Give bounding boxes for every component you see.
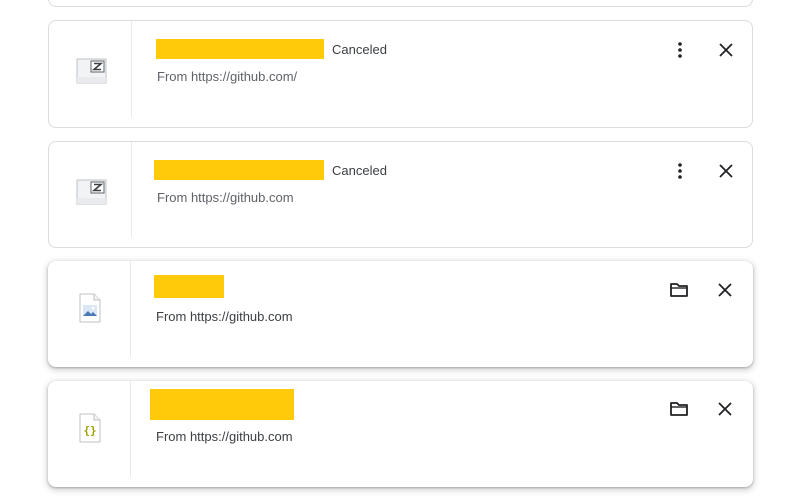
remove-button[interactable] <box>711 395 739 423</box>
item-divider <box>130 381 131 477</box>
download-status: Canceled <box>332 42 387 57</box>
close-icon <box>718 402 732 416</box>
close-icon <box>719 43 733 57</box>
show-in-folder-button[interactable] <box>665 395 693 423</box>
download-source: From https://github.com/ <box>157 69 298 84</box>
download-item: From https://github.com <box>48 261 753 367</box>
download-item: Canceled From https://github.com/ <box>48 20 753 128</box>
zip-file-icon <box>76 179 107 205</box>
item-divider <box>131 142 132 237</box>
download-item: {} From https://github.com <box>48 381 753 487</box>
more-vert-icon <box>678 163 682 179</box>
close-icon <box>718 283 732 297</box>
redacted-filename[interactable] <box>156 39 324 59</box>
remove-button[interactable] <box>712 157 740 185</box>
download-status: Canceled <box>332 163 387 178</box>
download-item: Canceled From https://github.com <box>48 141 753 248</box>
remove-button[interactable] <box>711 276 739 304</box>
remove-button[interactable] <box>712 36 740 64</box>
more-options-button[interactable] <box>666 36 694 64</box>
image-file-icon <box>79 293 101 323</box>
download-item-partial <box>48 0 753 7</box>
folder-icon <box>670 402 688 416</box>
download-source: From https://github.com <box>156 429 293 444</box>
more-options-button[interactable] <box>666 157 694 185</box>
item-divider <box>131 21 132 117</box>
redacted-filename[interactable] <box>154 275 224 298</box>
redacted-filename[interactable] <box>150 389 294 420</box>
zip-file-icon <box>76 58 107 84</box>
item-divider <box>130 261 131 357</box>
svg-text:{}: {} <box>83 424 96 437</box>
close-icon <box>719 164 733 178</box>
download-source: From https://github.com <box>156 309 293 324</box>
folder-icon <box>670 283 688 297</box>
redacted-filename[interactable] <box>154 160 324 180</box>
more-vert-icon <box>678 42 682 58</box>
show-in-folder-button[interactable] <box>665 276 693 304</box>
json-file-icon: {} <box>79 413 101 443</box>
download-source: From https://github.com <box>157 190 294 205</box>
